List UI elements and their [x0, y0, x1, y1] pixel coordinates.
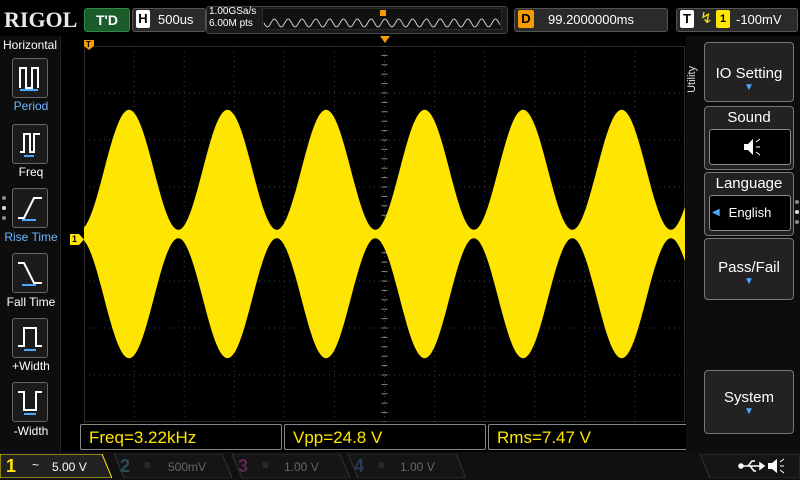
horizontal-center-marker: [380, 36, 390, 43]
measurement-vpp[interactable]: Vpp=24.8 V: [284, 424, 486, 450]
right-menu-page-dot: [795, 220, 799, 224]
pass-fail-button[interactable]: Pass/Fail ▼: [704, 238, 794, 300]
fall-time-icon: [18, 262, 42, 286]
sample-rate: 1.00GSa/s: [209, 6, 257, 17]
language-value-box: ◀ English: [709, 195, 791, 231]
channel-1-tab[interactable]: 1 ~ 5.00 V: [0, 454, 112, 478]
channel-2-tab[interactable]: 2 ≡ 500mV: [114, 454, 232, 478]
chevron-down-icon: ▼: [744, 276, 754, 287]
period-label: Period: [13, 99, 49, 113]
language-button[interactable]: Language ◀ English: [704, 172, 794, 236]
sound-value-box: [709, 129, 791, 165]
left-menu-page-dot-active: [2, 206, 6, 210]
pos-width-icon: [18, 327, 42, 351]
timebase-value: 500us: [158, 12, 194, 27]
channel-4-tab[interactable]: 4 ≡ 1.00 V: [348, 454, 466, 478]
channel-3-coupling-icon: ≡: [262, 458, 270, 472]
system-button[interactable]: System ▼: [704, 370, 794, 434]
channel-1-coupling-icon: ~: [32, 458, 40, 472]
channel-4-scale: 1.00 V: [400, 460, 435, 474]
channel-4-number: 4: [354, 456, 365, 476]
period-button[interactable]: [12, 58, 48, 98]
status-icons-area: [700, 454, 800, 478]
chevron-down-icon: ▼: [744, 406, 754, 417]
channel-2-number: 2: [120, 456, 131, 476]
rise-time-icon: [18, 197, 42, 221]
right-menu-page-dot-active: [795, 210, 799, 214]
left-menu-page-dot: [2, 216, 6, 220]
chevron-down-icon: ▼: [744, 82, 754, 93]
left-menu-page-dot: [2, 196, 6, 200]
freq-icon: [20, 133, 40, 157]
channel-3-tab[interactable]: 3 ≡ 1.00 V: [232, 454, 350, 478]
rise-time-button[interactable]: [12, 188, 48, 228]
brand-logo: RIGOL: [4, 7, 78, 32]
delay-value: 99.2000000ms: [548, 12, 635, 27]
freq-label: Freq: [18, 165, 44, 179]
io-setting-button[interactable]: IO Setting ▼: [704, 42, 794, 102]
chevron-left-icon: ◀: [712, 207, 720, 218]
channel-3-number: 3: [238, 456, 249, 476]
channel-1-offset-label: 1: [72, 234, 78, 244]
waveform-display[interactable]: [84, 46, 685, 422]
pos-width-label: +Width: [12, 359, 50, 373]
language-value: English: [728, 205, 772, 220]
rise-time-label: Rise Time: [4, 230, 58, 244]
channel-2-coupling-icon: ≡: [144, 458, 152, 472]
memory-depth: 6.00M pts: [209, 18, 253, 29]
pass-fail-label: Pass/Fail: [718, 259, 780, 276]
neg-width-button[interactable]: [12, 382, 48, 422]
freq-button[interactable]: [12, 124, 48, 164]
right-menu-page-dot: [795, 200, 799, 204]
fall-time-label: Fall Time: [6, 295, 56, 309]
channel-3-scale: 1.00 V: [284, 460, 319, 474]
trigger-source-badge: 1: [716, 10, 730, 28]
trigger-position-label: T: [86, 40, 91, 49]
channel-1-scale: 5.00 V: [52, 460, 87, 474]
neg-width-icon: [18, 391, 42, 415]
sound-button[interactable]: Sound: [704, 106, 794, 170]
sound-label: Sound: [727, 109, 771, 126]
channel-1-number: 1: [6, 456, 17, 476]
measurement-freq[interactable]: Freq=3.22kHz: [80, 424, 282, 450]
left-menu-title: Horizontal: [2, 38, 58, 52]
speaker-icon: [744, 138, 761, 156]
pos-width-button[interactable]: [12, 318, 48, 358]
io-setting-label: IO Setting: [715, 65, 783, 82]
language-label: Language: [715, 175, 783, 192]
period-icon: [19, 67, 39, 91]
trigger-level-value: -100mV: [736, 12, 782, 27]
utility-side-label: Utility: [686, 66, 698, 93]
fall-time-button[interactable]: [12, 253, 48, 293]
neg-width-label: -Width: [13, 424, 49, 438]
run-status-badge[interactable]: T'D: [84, 8, 130, 32]
waveform-overview-strip: [262, 8, 502, 30]
horizontal-letter: H: [136, 10, 150, 28]
trigger-letter: T: [680, 10, 694, 28]
delay-letter: D: [518, 10, 534, 28]
system-label: System: [723, 389, 774, 406]
channel-2-scale: 500mV: [168, 460, 207, 474]
channel-4-coupling-icon: ≡: [378, 458, 386, 472]
rising-edge-icon: ↯: [700, 10, 713, 27]
measurement-rms[interactable]: Rms=7.47 V: [488, 424, 688, 450]
